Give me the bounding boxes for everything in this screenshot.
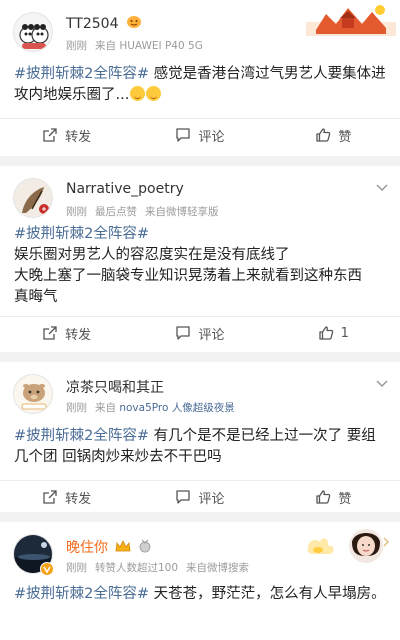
- header-decoration: [304, 526, 396, 570]
- post-source-prefix: 来自: [95, 402, 116, 414]
- like-label: 赞: [338, 129, 352, 145]
- post-source: 来自微博轻享版: [145, 206, 219, 218]
- username[interactable]: Narrative_poetry: [66, 181, 184, 197]
- comment-label: 评论: [198, 327, 225, 343]
- like-icon: [316, 128, 331, 142]
- grin-emoji-icon: [130, 86, 146, 101]
- repost-icon: [43, 490, 57, 504]
- like-button[interactable]: 1: [267, 318, 400, 348]
- post-source: 来自 HUAWEI P40 5G: [95, 40, 203, 52]
- comment-icon: [176, 326, 191, 340]
- comment-button[interactable]: 评论: [133, 120, 266, 150]
- comment-label: 评论: [198, 491, 225, 507]
- like-button[interactable]: 赞: [267, 120, 400, 150]
- post-source: 来自微博搜索: [186, 562, 250, 574]
- comment-button[interactable]: 评论: [133, 318, 266, 348]
- avatar[interactable]: [13, 12, 53, 52]
- like-count: 1: [340, 325, 349, 341]
- verified-badge-icon: [40, 562, 54, 576]
- repost-icon: [43, 326, 57, 340]
- post-text-line: 大晚上塞了一脑袋专业知识晃荡着上来就看到这种东西: [14, 268, 362, 284]
- username-text[interactable]: 晚住你: [66, 540, 108, 556]
- hashtag-link[interactable]: #披荆斩棘2全阵容#: [14, 66, 149, 82]
- comment-icon: [176, 490, 191, 504]
- repost-button[interactable]: 转发: [0, 482, 133, 512]
- repost-label: 转发: [65, 327, 92, 343]
- repost-button[interactable]: 转发: [0, 318, 133, 348]
- grin-emoji-icon: [146, 86, 162, 101]
- action-divider: [0, 316, 400, 317]
- username[interactable]: TT2504: [66, 15, 142, 33]
- post-body: #披荆斩棘2全阵容# 天苍苍，野茫茫，怎么有人早塌房。: [14, 584, 390, 605]
- username[interactable]: 凉茶只喝和其正: [66, 377, 164, 397]
- chevron-down-icon[interactable]: [374, 182, 390, 194]
- repost-button[interactable]: 转发: [0, 120, 133, 150]
- post-card[interactable]: 晚住你 刚刚 转赞人数超过100 来自微博搜索 #披荆斩棘2全阵容# 天苍苍，野…: [0, 522, 400, 640]
- post-text-line: 真晦气: [14, 289, 58, 305]
- username-text[interactable]: TT2504: [66, 16, 119, 32]
- post-time: 刚刚: [66, 40, 87, 52]
- hashtag-link[interactable]: #披荆斩棘2全阵容#: [14, 428, 149, 444]
- post-activity: 最后点赞: [95, 206, 137, 218]
- post-body: #披荆斩棘2全阵容# 感觉是香港台湾过气男艺人要集体进攻内地娱乐圈了...: [14, 64, 390, 106]
- post-body: #披荆斩棘2全阵容# 有几个是不是已经上过一次了 要组几个团 回锅肉炒来炒去不干…: [14, 426, 390, 468]
- post-time: 刚刚: [66, 206, 87, 218]
- repost-icon: [43, 128, 57, 142]
- post-card[interactable]: TT2504 刚刚 来自 HUAWEI P40 5G #披荆斩棘2全阵容# 感觉是…: [0, 0, 400, 156]
- comment-icon: [176, 128, 191, 142]
- post-card[interactable]: 凉茶只喝和其正 刚刚 来自 nova5Pro 人像超级夜景 #披荆斩棘2全阵容# …: [0, 362, 400, 512]
- header-decoration: [306, 0, 396, 40]
- comment-button[interactable]: 评论: [133, 482, 266, 512]
- post-source-link[interactable]: nova5Pro 人像超级夜景: [119, 402, 234, 414]
- hashtag-link[interactable]: #披荆斩棘2全阵容#: [14, 226, 149, 242]
- post-meta: 刚刚 来自 HUAWEI P40 5G: [66, 38, 203, 53]
- avatar[interactable]: [13, 374, 53, 414]
- post-meta: 刚刚 转赞人数超过100 来自微博搜索: [66, 560, 249, 575]
- post-body: #披荆斩棘2全阵容# 娱乐圈对男艺人的容忍度实在是没有底线了 大晚上塞了一脑袋专…: [14, 224, 390, 308]
- hashtag-link[interactable]: #披荆斩棘2全阵容#: [14, 586, 149, 602]
- like-icon: [319, 326, 333, 340]
- post-time: 刚刚: [66, 562, 87, 574]
- vip-crown-icon: [115, 539, 131, 557]
- action-divider: [0, 118, 400, 119]
- weibo-feed: TT2504 刚刚 来自 HUAWEI P40 5G #披荆斩棘2全阵容# 感觉是…: [0, 0, 400, 640]
- post-meta: 刚刚 最后点赞 来自微博轻享版: [66, 204, 219, 219]
- avatar[interactable]: [13, 178, 53, 218]
- repost-label: 转发: [65, 129, 92, 145]
- username-text[interactable]: Narrative_poetry: [66, 181, 184, 197]
- post-activity: 转赞人数超过100: [95, 562, 179, 574]
- action-bar: 转发 评论 赞: [0, 120, 400, 150]
- post-text: 天苍苍，野茫茫，怎么有人早塌房。: [149, 586, 386, 602]
- action-bar: 转发 评论 赞: [0, 482, 400, 512]
- medal-icon: [139, 539, 151, 557]
- chevron-down-icon[interactable]: [374, 378, 390, 390]
- post-time: 刚刚: [66, 402, 87, 414]
- like-icon: [316, 490, 331, 504]
- like-label: 赞: [338, 491, 352, 507]
- comment-label: 评论: [198, 129, 225, 145]
- action-bar: 转发 评论 1: [0, 318, 400, 348]
- level-badge-icon: [126, 15, 142, 33]
- post-card[interactable]: Narrative_poetry 刚刚 最后点赞 来自微博轻享版 #披荆斩棘2全阵容…: [0, 166, 400, 352]
- repost-label: 转发: [65, 491, 92, 507]
- action-divider: [0, 480, 400, 481]
- like-button[interactable]: 赞: [267, 482, 400, 512]
- username[interactable]: 晚住你: [66, 537, 151, 557]
- post-text-line: 娱乐圈对男艺人的容忍度实在是没有底线了: [14, 247, 290, 263]
- post-meta: 刚刚 来自 nova5Pro 人像超级夜景: [66, 400, 235, 415]
- username-text[interactable]: 凉茶只喝和其正: [66, 380, 164, 396]
